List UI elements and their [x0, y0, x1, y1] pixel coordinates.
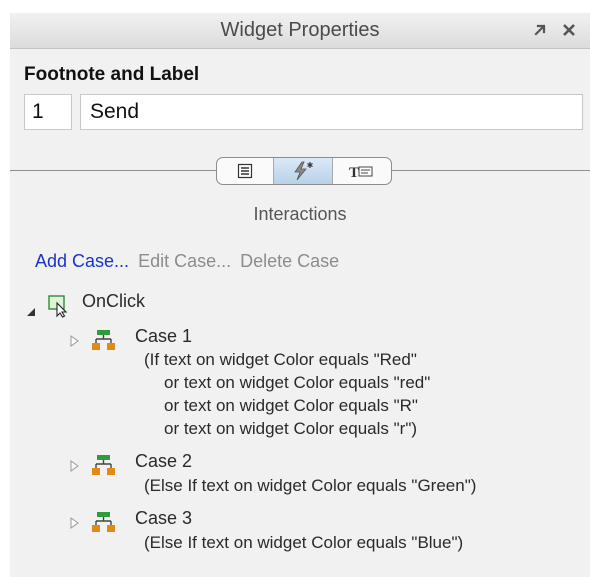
text-field-icon: T: [349, 165, 373, 180]
expand-triangle-icon[interactable]: [68, 334, 80, 348]
footnote-field[interactable]: 1: [24, 94, 72, 130]
case-icon: [92, 330, 115, 350]
case-1-condition: or text on widget Color equals "r"): [164, 419, 418, 438]
panel-title-bar: Widget Properties: [10, 13, 590, 49]
lightning-icon: [294, 161, 313, 181]
edit-case-link[interactable]: Edit Case...: [138, 251, 231, 271]
case-1-label[interactable]: Case 1: [135, 326, 192, 347]
event-onclick[interactable]: OnClick: [82, 291, 145, 312]
tab-interactions[interactable]: [274, 158, 333, 184]
property-tabs: T: [216, 157, 392, 185]
click-event-icon: [48, 295, 68, 318]
notes-icon: [237, 163, 253, 179]
collapse-triangle-icon[interactable]: [24, 305, 38, 319]
delete-case-link[interactable]: Delete Case: [240, 251, 339, 271]
case-2-label[interactable]: Case 2: [135, 451, 192, 472]
case-actions: Add Case... Edit Case... Delete Case: [35, 251, 343, 272]
pin-icon[interactable]: [530, 20, 550, 40]
footnote-label-heading: Footnote and Label: [24, 64, 200, 85]
expand-triangle-icon[interactable]: [68, 516, 80, 530]
label-field[interactable]: Send: [80, 94, 583, 130]
svg-text:T: T: [349, 165, 359, 180]
case-2-condition: (Else If text on widget Color equals "Gr…: [144, 476, 477, 495]
case-1-condition: or text on widget Color equals "red": [164, 373, 431, 392]
add-case-link[interactable]: Add Case...: [35, 251, 129, 271]
case-icon: [92, 512, 115, 532]
case-icon: [92, 455, 115, 475]
case-1-condition: or text on widget Color equals "R": [164, 396, 418, 415]
interactions-heading: Interactions: [253, 204, 347, 224]
expand-triangle-icon[interactable]: [68, 459, 80, 473]
case-3-label[interactable]: Case 3: [135, 508, 192, 529]
case-3-condition: (Else If text on widget Color equals "Bl…: [144, 533, 464, 552]
widget-properties-panel: Footnote and Label 1 Send T Interactions: [10, 49, 590, 577]
tab-style[interactable]: [217, 158, 274, 184]
close-icon[interactable]: [559, 20, 579, 40]
case-1-condition: (If text on widget Color equals "Red": [144, 350, 417, 369]
panel-title: Widget Properties: [220, 19, 380, 41]
tab-notes[interactable]: T: [333, 158, 391, 184]
